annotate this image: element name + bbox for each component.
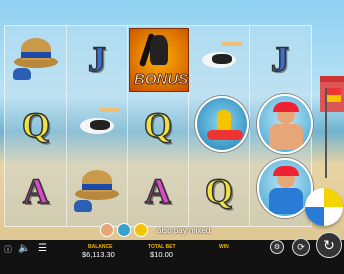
a-symbol: A	[7, 160, 65, 222]
lifeguard-body	[269, 124, 303, 150]
reel-divider	[249, 26, 250, 226]
j-symbol: J	[68, 28, 126, 90]
autoplay-button[interactable]: ⟳	[292, 238, 310, 256]
bet-settings-button[interactable]: ⚙	[270, 240, 284, 254]
game-scene: Q A J BONUS Q A Q J also pay mixed ⓘ 🔈 ☰…	[0, 0, 344, 274]
q-letter: Q	[204, 170, 234, 212]
jetski-symbol	[195, 96, 249, 152]
j-letter: J	[87, 38, 107, 80]
reel-divider	[66, 26, 67, 226]
beach-flag	[327, 88, 341, 102]
pelican-symbol	[190, 28, 248, 90]
a-letter: A	[22, 170, 50, 212]
win-label: WIN	[219, 244, 229, 250]
lifeguard-mini-icon	[100, 223, 114, 237]
lifeguard-cap	[273, 166, 299, 176]
j-symbol: J	[251, 28, 309, 90]
bonus-symbol: BONUS	[129, 28, 189, 92]
reel-divider	[127, 26, 128, 226]
q-symbol: Q	[129, 94, 187, 156]
q-letter: Q	[21, 104, 51, 146]
pelican-symbol	[68, 94, 126, 156]
beach-ball	[305, 188, 343, 226]
total-bet-value: $10.00	[150, 250, 173, 259]
mixed-pay-text: also pay mixed	[157, 225, 211, 235]
lifeguard-symbol	[257, 94, 313, 154]
reel-grid: Q A J BONUS Q A Q J	[4, 25, 313, 227]
pelican-beak	[222, 42, 242, 46]
shoe-icon	[74, 200, 92, 212]
pelican-wing	[90, 120, 110, 130]
sound-icon[interactable]: 🔈	[18, 243, 30, 254]
menu-icon[interactable]: ☰	[38, 243, 47, 254]
bonus-label: BONUS	[133, 71, 189, 89]
surfer-icon	[150, 35, 168, 65]
spin-button[interactable]: ↻	[316, 232, 342, 258]
j-letter: J	[270, 38, 290, 80]
a-letter: A	[144, 170, 172, 212]
mixed-pay-info: also pay mixed	[100, 222, 210, 238]
hat-symbol	[7, 28, 65, 90]
balance-value: $6,113.30	[82, 250, 115, 259]
q-symbol: Q	[7, 94, 65, 156]
a-symbol: A	[129, 160, 187, 222]
lifeguard-mini-icon	[134, 223, 148, 237]
jetski-icon	[207, 130, 243, 140]
q-letter: Q	[143, 104, 173, 146]
bottom-bar: ⓘ 🔈 ☰ BALANCE $6,113.30 TOTAL BET $10.00…	[0, 232, 344, 274]
lifeguard-cap	[273, 102, 299, 112]
shoe-icon	[13, 68, 31, 80]
pelican-wing	[212, 54, 232, 64]
hat-symbol	[68, 160, 126, 222]
hat-band	[21, 52, 51, 58]
info-icon[interactable]: ⓘ	[4, 244, 12, 255]
pelican-beak	[100, 108, 120, 112]
hat-band	[82, 184, 112, 190]
q-symbol: Q	[190, 160, 248, 222]
lifeguard-shirt	[269, 188, 303, 214]
lifeguard-mini-icon	[117, 223, 131, 237]
